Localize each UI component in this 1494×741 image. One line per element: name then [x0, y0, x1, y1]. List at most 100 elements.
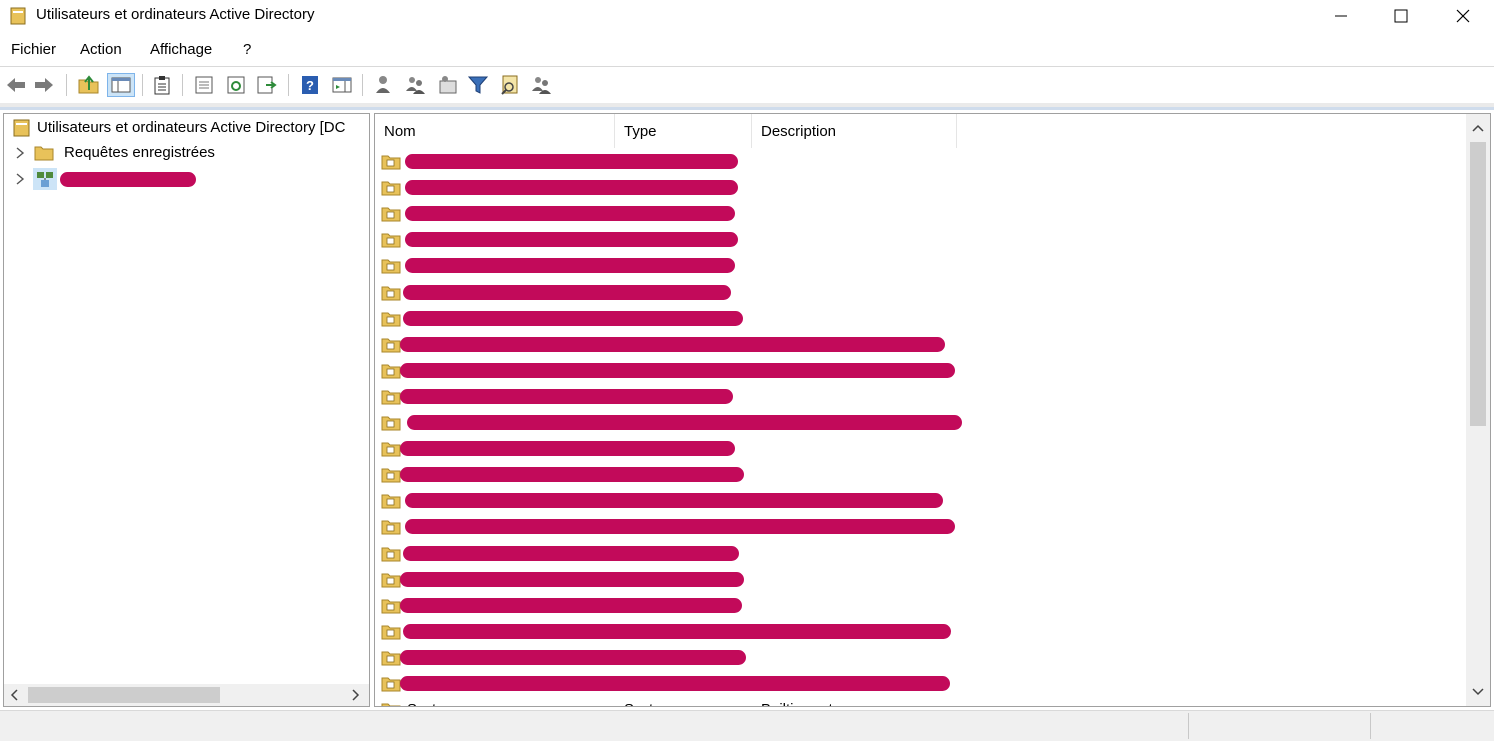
- scroll-up-arrow[interactable]: [1470, 120, 1486, 136]
- tree-item-saved-queries[interactable]: Requêtes enregistrées: [4, 141, 369, 165]
- help-button[interactable]: ?: [298, 73, 322, 97]
- export-list-button[interactable]: [255, 73, 279, 97]
- minimize-button[interactable]: [1310, 0, 1372, 32]
- menu-help[interactable]: ?: [243, 41, 251, 58]
- menu-fichier[interactable]: Fichier: [11, 41, 56, 58]
- window-title: Utilisateurs et ordinateurs Active Direc…: [36, 6, 315, 23]
- redaction-mark: [407, 415, 962, 430]
- organizational-unit-icon: [381, 651, 401, 666]
- redaction-mark: [400, 676, 950, 691]
- horizontal-scroll-thumb[interactable]: [28, 687, 220, 703]
- vertical-scroll-thumb[interactable]: [1470, 142, 1486, 426]
- item-type: Syst...: [624, 701, 666, 706]
- organizational-unit-icon: [381, 259, 401, 274]
- list-item[interactable]: [375, 358, 1465, 384]
- list-item[interactable]: Unité d'organi...: [375, 462, 1465, 488]
- column-header-type[interactable]: Type: [615, 114, 752, 148]
- folder-icon: [34, 146, 54, 161]
- toolbar-separator: [66, 74, 67, 96]
- chevron-up-icon: [1472, 124, 1484, 132]
- filter-button[interactable]: [466, 73, 490, 97]
- list-item[interactable]: [375, 567, 1465, 593]
- list-item[interactable]: [375, 488, 1465, 514]
- back-button[interactable]: [4, 73, 28, 97]
- up-level-button[interactable]: [77, 73, 101, 97]
- redaction-mark: [403, 310, 743, 326]
- column-header-description[interactable]: Description: [752, 114, 957, 148]
- active-directory-root-icon: [13, 119, 30, 137]
- scroll-right-arrow[interactable]: [348, 687, 362, 703]
- details-pane: Nom Type Description ALE-PortageUnité d'…: [374, 113, 1491, 707]
- menu-affichage[interactable]: Affichage: [150, 41, 212, 58]
- maximize-button[interactable]: [1370, 0, 1432, 32]
- redaction-mark: [403, 623, 951, 639]
- horizontal-scrollbar[interactable]: [4, 684, 369, 706]
- tree-item-label: Requêtes enregistrées: [64, 144, 215, 161]
- column-header-nom[interactable]: Nom: [375, 114, 615, 148]
- scroll-left-arrow[interactable]: [8, 687, 22, 703]
- refresh-icon: [227, 76, 245, 94]
- new-ou-icon: [439, 76, 457, 94]
- active-directory-app-icon: [10, 7, 26, 25]
- redaction-mark: [60, 172, 196, 187]
- menu-action[interactable]: Action: [80, 41, 122, 58]
- close-icon: [1456, 9, 1470, 23]
- new-ou-button[interactable]: [436, 73, 460, 97]
- toolbar-separator: [288, 74, 289, 96]
- list-item[interactable]: [375, 306, 1465, 332]
- list-item[interactable]: [375, 514, 1465, 540]
- expand-chevron-icon[interactable]: [14, 172, 26, 186]
- refresh-button[interactable]: [224, 73, 248, 97]
- organizational-unit-icon: [381, 703, 401, 706]
- add-member-button[interactable]: [530, 73, 554, 97]
- list-item[interactable]: Unité d'organi...: [375, 253, 1465, 279]
- list-item[interactable]: Syst... Syst... Builtin syst...: [375, 697, 1465, 706]
- list-item[interactable]: [375, 593, 1465, 619]
- redaction-mark: [400, 441, 735, 457]
- show-hide-tree-button[interactable]: [107, 73, 135, 97]
- list-item[interactable]: Default container f...: [375, 410, 1465, 436]
- redaction-mark: [405, 258, 735, 274]
- organizational-unit-icon: [381, 520, 401, 535]
- organizational-unit-icon: [381, 494, 401, 509]
- list-item[interactable]: [375, 619, 1465, 645]
- list-item[interactable]: [375, 175, 1465, 201]
- list-item[interactable]: Unité d'organi...: [375, 436, 1465, 462]
- close-button[interactable]: [1432, 0, 1494, 32]
- redaction-mark: [400, 362, 955, 378]
- organizational-unit-icon: [381, 364, 401, 379]
- vertical-scrollbar[interactable]: [1466, 114, 1490, 706]
- properties-icon: [195, 76, 213, 94]
- scroll-down-arrow[interactable]: [1470, 684, 1486, 700]
- tree-root[interactable]: Utilisateurs et ordinateurs Active Direc…: [4, 116, 369, 140]
- redaction-mark: [405, 180, 738, 196]
- tree-item-domain[interactable]: [4, 167, 369, 191]
- clipboard-button[interactable]: [150, 73, 174, 97]
- tree-root-label: Utilisateurs et ordinateurs Active Direc…: [37, 119, 346, 136]
- list-item[interactable]: [375, 149, 1465, 175]
- redaction-mark: [400, 336, 945, 352]
- list-item[interactable]: [375, 280, 1465, 306]
- forward-button[interactable]: [32, 73, 56, 97]
- expand-chevron-icon[interactable]: [14, 146, 26, 160]
- chevron-down-icon: [1472, 688, 1484, 696]
- properties-button[interactable]: [192, 73, 216, 97]
- list-item[interactable]: ALE-PortageUnité d'organi...: [375, 201, 1465, 227]
- list-item[interactable]: [375, 645, 1465, 671]
- list-item[interactable]: [375, 541, 1465, 567]
- toolbar-separator: [362, 74, 363, 96]
- title-bar: Utilisateurs et ordinateurs Active Direc…: [0, 0, 1494, 32]
- new-group-button[interactable]: [404, 73, 428, 97]
- minimize-icon: [1335, 15, 1347, 17]
- list-item[interactable]: [375, 332, 1465, 358]
- list-item[interactable]: [375, 384, 1465, 410]
- organizational-unit-icon: [381, 416, 401, 431]
- redaction-mark: [405, 232, 738, 248]
- new-user-button[interactable]: [372, 73, 396, 97]
- list-item[interactable]: [375, 671, 1465, 697]
- action-pane-button[interactable]: [330, 73, 354, 97]
- list-item[interactable]: [375, 227, 1465, 253]
- organizational-unit-icon: [381, 677, 401, 692]
- find-button[interactable]: [498, 73, 522, 97]
- redaction-mark: [400, 388, 733, 404]
